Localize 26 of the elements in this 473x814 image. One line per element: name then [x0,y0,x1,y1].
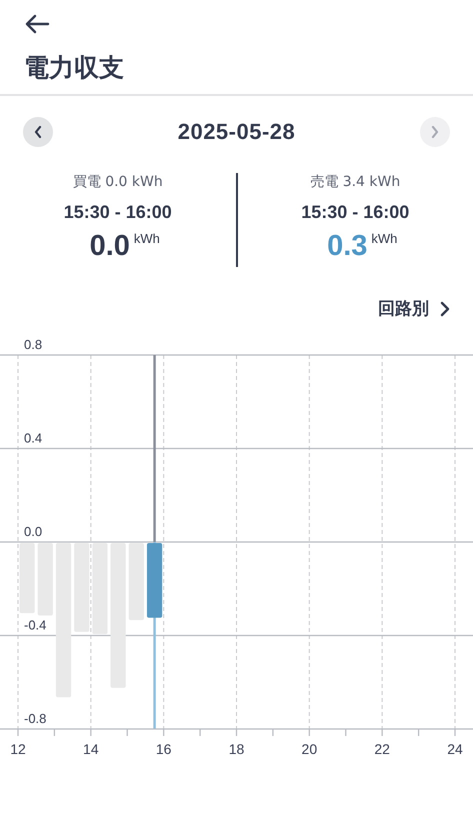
y-axis-label: -0.4 [24,618,46,632]
x-axis-label: 20 [302,741,318,757]
chevron-right-icon [439,300,451,316]
circuit-link[interactable]: 回路別 [378,297,451,320]
summary-label: 買電 0.0 kWh [72,173,163,191]
y-axis-label: 0.8 [24,337,42,352]
x-axis-label: 16 [156,741,172,757]
x-axis-label: 24 [447,741,463,757]
summary-label: 売電 3.4 kWh [310,173,400,191]
x-axis-label: 12 [10,741,26,757]
energy-value: 0.0 [90,229,130,263]
previous-day-button[interactable] [23,117,53,147]
y-axis-label: 0.4 [24,430,42,446]
back-arrow-icon [24,14,50,34]
time-range: 15:30 - 16:00 [301,202,410,223]
x-axis-label: 22 [374,741,390,757]
y-axis-label: 0.0 [24,524,42,539]
page-title: 電力収支 [24,52,125,84]
x-axis-label: 14 [83,741,99,757]
x-axis-label: 18 [228,741,244,757]
time-range: 15:30 - 16:00 [64,202,172,223]
unit-label: kWh [371,231,398,246]
y-axis-label: -0.8 [24,711,46,726]
unit-label: kWh [134,231,160,246]
energy-value: 0.3 [327,229,368,263]
date-label: 2025-05-28 [178,119,296,145]
